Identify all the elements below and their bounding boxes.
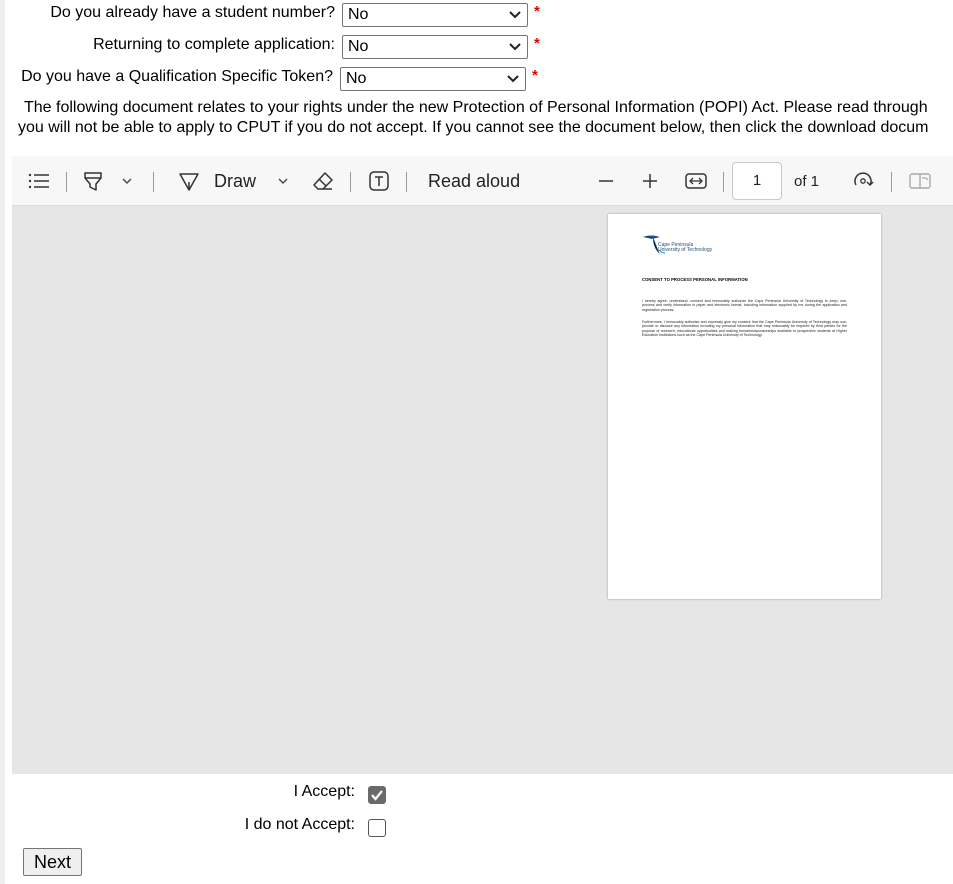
draw-pen-icon — [179, 173, 199, 191]
chevron-down-icon — [507, 75, 519, 83]
pdf-page: Cape Peninsula University of Technology … — [608, 214, 881, 599]
toolbar-separator — [891, 172, 892, 192]
required-marker: * — [534, 35, 540, 52]
popi-notice-line1: The following document relates to your r… — [24, 99, 928, 116]
read-aloud-label: Read aloud — [428, 170, 521, 191]
next-button[interactable]: Next — [23, 848, 82, 876]
returning-value: No — [348, 38, 369, 55]
draw-label: Draw — [214, 170, 257, 191]
accept-checkbox[interactable] — [368, 786, 386, 804]
rotate-button[interactable] — [851, 156, 875, 206]
returning-label: Returning to complete application: — [93, 36, 335, 53]
logo-line2: University of Technology — [658, 247, 713, 253]
toolbar-separator — [406, 172, 407, 192]
fit-width-icon — [685, 173, 707, 189]
page-view-button[interactable] — [909, 156, 931, 206]
draw-options-button[interactable] — [277, 156, 289, 206]
toolbar-separator — [350, 172, 351, 192]
page-total: of 1 — [794, 156, 819, 206]
pdf-viewer: Draw Read aloud 1 of 1 Cape Peninsula Un… — [12, 156, 953, 774]
two-page-view-icon — [909, 173, 931, 189]
contents-button[interactable] — [28, 156, 50, 206]
student-number-select[interactable]: No — [342, 3, 528, 27]
zoom-out-button[interactable] — [598, 156, 614, 206]
rotate-icon — [854, 172, 874, 187]
minus-icon — [599, 180, 613, 182]
student-number-label: Do you already have a student number? — [50, 4, 335, 21]
decline-label: I do not Accept: — [244, 816, 355, 833]
chevron-down-icon — [509, 43, 521, 51]
draw-button[interactable]: Draw — [178, 156, 256, 206]
eraser-icon — [313, 172, 333, 190]
toolbar-separator — [66, 172, 67, 192]
highlight-button[interactable] — [82, 156, 104, 206]
add-text-button[interactable] — [368, 156, 390, 206]
popi-notice-line2: you will not be able to apply to CPUT if… — [18, 118, 929, 136]
accept-label: I Accept: — [293, 783, 355, 800]
token-label: Do you have a Qualification Specific Tok… — [21, 68, 333, 85]
highlighter-icon — [84, 172, 102, 191]
student-number-value: No — [348, 6, 369, 23]
chevron-down-icon — [509, 11, 521, 19]
toolbar-separator — [153, 172, 154, 192]
highlight-options-button[interactable] — [121, 156, 133, 206]
required-marker: * — [534, 3, 540, 20]
fit-width-button[interactable] — [685, 156, 707, 206]
logo-wordmark: Cape Peninsula University of Technology — [658, 243, 712, 253]
text-box-icon — [369, 171, 389, 191]
erase-button[interactable] — [312, 156, 334, 206]
read-aloud-button[interactable]: Read aloud — [428, 156, 520, 206]
returning-select[interactable]: No — [342, 35, 528, 59]
document-paragraph-2: Furthermore, I irrevocably authorise and… — [642, 320, 847, 337]
required-marker: * — [532, 67, 538, 84]
plus-icon — [643, 174, 657, 188]
chevron-down-icon — [122, 178, 132, 184]
token-select[interactable]: No — [340, 67, 526, 91]
decline-checkbox[interactable] — [368, 819, 386, 837]
popi-notice: The following document relates to your r… — [18, 98, 953, 137]
zoom-in-button[interactable] — [642, 156, 658, 206]
checkmark-icon — [371, 790, 383, 801]
chevron-down-icon — [278, 178, 288, 184]
left-edge-strip — [0, 0, 5, 884]
document-paragraph-1: I hereby agree, understand, consent and … — [642, 299, 847, 312]
token-value: No — [346, 70, 367, 87]
pdf-toolbar: Draw Read aloud 1 of 1 — [12, 156, 953, 206]
table-of-contents-icon — [28, 173, 49, 189]
toolbar-separator — [723, 172, 724, 192]
page-total-label: of 1 — [794, 172, 820, 190]
document-title: CONSENT TO PROCESS PERSONAL INFORMATION — [642, 277, 748, 282]
page-number-input[interactable]: 1 — [732, 162, 782, 200]
